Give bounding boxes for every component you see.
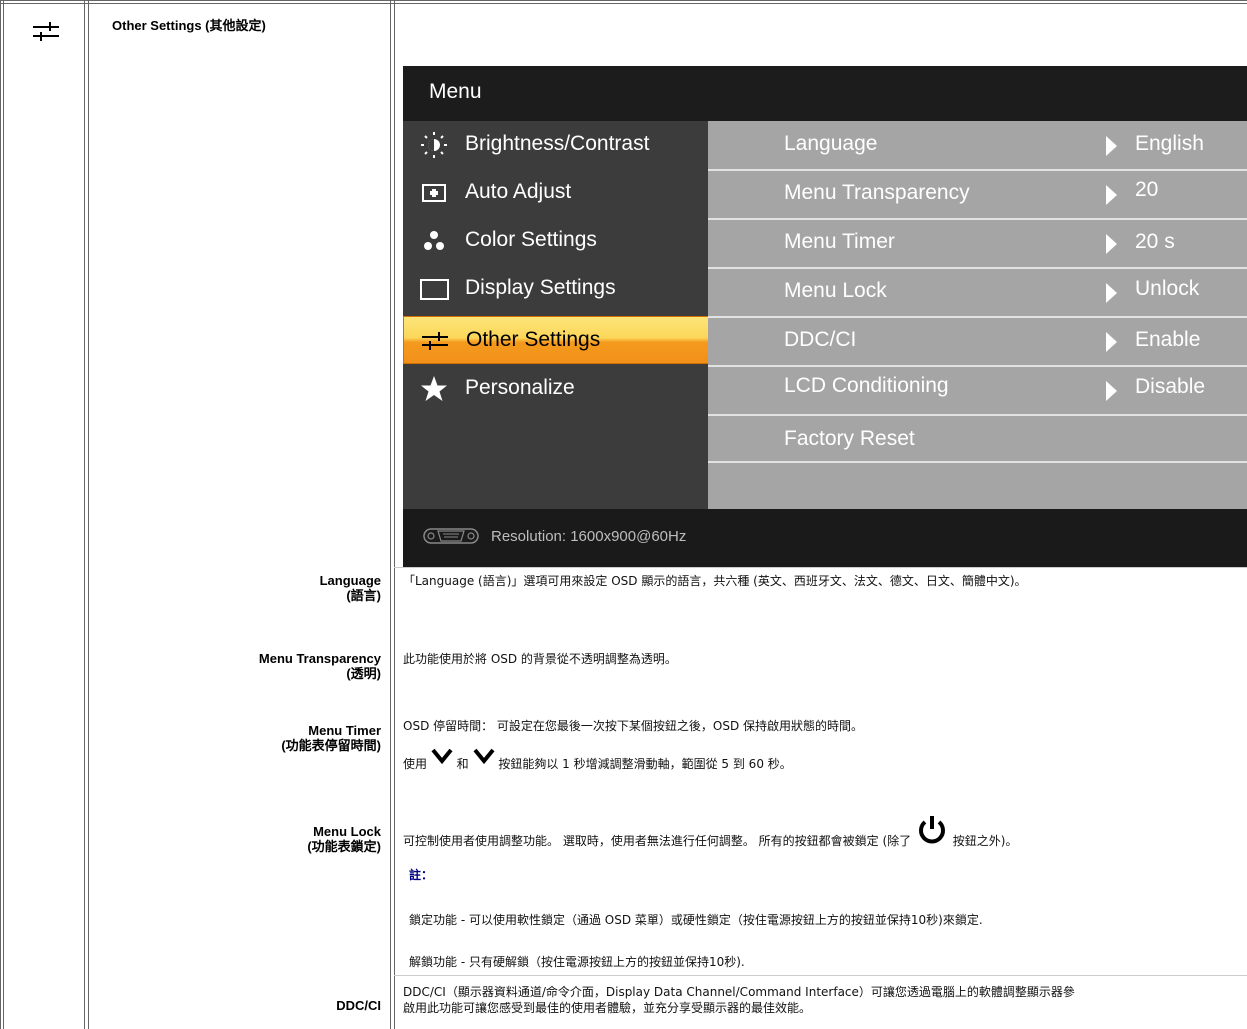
row-label-zh: (語言) [346,588,381,603]
osd-menu-label: Personalize [465,376,575,399]
osd-menu-label: Color Settings [465,228,597,251]
osd-option-name: Menu Transparency [784,181,970,204]
note-unlock: 解鎖功能 - 只有硬解鎖（按住電源按鈕上方的按鈕並保持10秒). [409,955,745,969]
vga-connector-icon [423,527,479,545]
row-label-zh: (透明) [346,666,381,681]
osd-title: Menu [429,80,482,103]
row-label-timer: Menu Timer (功能表停留時間) [281,723,381,753]
row-label-zh: (功能表停留時間) [281,738,381,753]
osd-option-value: English [1135,132,1204,155]
row-label-en: Menu Transparency [258,651,381,666]
arrow-right-icon [1106,234,1117,254]
brightness-icon [419,131,449,159]
arrow-right-icon [1106,332,1117,352]
row-desc-text: 按鈕能夠以 1 秒增減調整滑動軸，範圍從 5 到 60 秒。 [498,757,792,771]
osd-option-value: 20 s [1135,230,1175,253]
osd-menu-item-other-settings: Other Settings [403,316,710,364]
osd-option-name: LCD Conditioning [784,374,949,397]
chevron-down-icon [472,747,495,765]
osd-option-row: Menu Lock Unlock [708,268,1247,318]
osd-menu-item-display-settings: Display Settings [403,265,708,313]
osd-option-value: Disable [1135,375,1206,398]
row-label-en: Menu Lock [313,824,381,839]
row-label-language: Language (語言) [320,573,381,603]
row-desc-ddc-1: DDC/CI（顯示器資料通道/命令介面，Display Data Channel… [403,985,1075,999]
arrow-right-icon [1106,381,1117,401]
arrow-right-icon [1106,283,1117,303]
row-divider [394,567,1247,568]
other-settings-icon [420,327,450,355]
color-settings-icon [419,227,449,255]
row-desc-timer-1: OSD 停留時間： 可設定在您最後一次按下某個按鈕之後，OSD 保持啟用狀態的時… [403,719,864,733]
row-desc-timer-2: 使用 和 按鈕能夠以 1 秒增減調整滑動軸，範圍從 5 到 60 秒。 [403,747,792,771]
arrow-right-icon [1106,185,1117,205]
page-title: Other Settings (其他設定) [112,18,266,33]
row-desc-text: 可控制使用者使用調整功能。 選取時，使用者無法進行任何調整。 所有的按鈕都會被鎖… [403,834,912,848]
osd-option-row: LCD Conditioning Disable [708,366,1247,416]
arrow-right-icon [1106,136,1117,156]
note-title: 註： [409,868,434,882]
row-label-en: Menu Timer [308,723,381,738]
table-top-border [0,0,1247,1]
osd-option-value: Unlock [1135,277,1200,300]
osd-option-name: Menu Timer [784,230,895,253]
osd-option-row: Menu Timer 20 s [708,219,1247,269]
osd-menu-screenshot: Menu Brightness/Contrast Auto Adjust Col… [403,66,1247,567]
row-label-en: DDC/CI [336,998,381,1013]
osd-option-name: Language [784,132,878,155]
osd-menu-label: Brightness/Contrast [465,132,650,155]
row-desc-language: 「Language (語言)」選項可用來設定 OSD 顯示的語言，共六種 (英文… [403,574,1027,588]
row-divider [394,975,1247,976]
column-divider-2b [394,0,395,1029]
row-desc-text: 和 [456,757,469,771]
row-desc-transparency: 此功能使用於將 OSD 的背景從不透明調整為透明。 [403,652,677,666]
osd-menu-label: Auto Adjust [465,180,572,203]
row-label-en: Language [319,573,381,588]
osd-option-row: Language English [708,121,1247,171]
osd-option-row: DDC/CI Enable [708,317,1247,367]
table-left-border [0,0,1,1029]
table-top-border-inner [0,3,1247,4]
row-desc-ddc-2: 啟用此功能可讓您感受到最佳的使用者體驗，並充分享受顯示器的最佳效能。 [403,1001,812,1015]
osd-option-name: Factory Reset [784,427,915,450]
row-desc-lock: 可控制使用者使用調整功能。 選取時，使用者無法進行任何調整。 所有的按鈕都會被鎖… [403,814,1017,850]
auto-adjust-icon [419,179,449,207]
osd-option-value: Enable [1135,328,1201,351]
row-label-zh: (功能表鎖定) [307,839,381,854]
power-icon [915,814,949,848]
table-left-border-inner [3,0,4,1029]
chevron-down-icon [431,747,453,765]
row-label-ddc: DDC/CI [336,998,381,1013]
osd-header: Menu [403,66,1247,121]
note-lock: 鎖定功能 - 可以使用軟性鎖定（通過 OSD 菜單）或硬性鎖定（按住電源按鈕上方… [409,913,983,927]
star-icon [419,375,449,403]
osd-menu-item-brightness: Brightness/Contrast [403,121,708,169]
row-label-transparency: Menu Transparency (透明) [259,651,381,681]
display-settings-icon [419,275,449,303]
osd-menu-list: Brightness/Contrast Auto Adjust Color Se… [403,121,710,509]
osd-menu-item-personalize: Personalize [403,365,708,413]
osd-option-name: Menu Lock [784,279,887,302]
osd-resolution: Resolution: 1600x900@60Hz [491,528,687,545]
osd-footer: Resolution: 1600x900@60Hz [403,509,1247,567]
osd-options-panel: Language English Menu Transparency 20 Me… [708,121,1247,509]
osd-option-name: DDC/CI [784,328,857,351]
settings-sliders-icon [32,22,60,42]
osd-menu-label: Other Settings [466,328,601,351]
osd-option-row: Factory Reset [708,415,1247,463]
row-desc-text: 使用 [403,757,428,771]
column-divider-1b [88,0,89,1029]
osd-menu-item-color-settings: Color Settings [403,217,708,265]
osd-option-row: Menu Transparency 20 [708,170,1247,220]
column-divider-1a [84,0,85,1029]
osd-option-value: 20 [1135,178,1159,201]
osd-menu-item-auto-adjust: Auto Adjust [403,169,708,217]
row-desc-text: 按鈕之外)。 [952,834,1018,848]
osd-menu-label: Display Settings [465,276,616,299]
row-label-lock: Menu Lock (功能表鎖定) [307,824,381,854]
column-divider-2a [390,0,391,1029]
